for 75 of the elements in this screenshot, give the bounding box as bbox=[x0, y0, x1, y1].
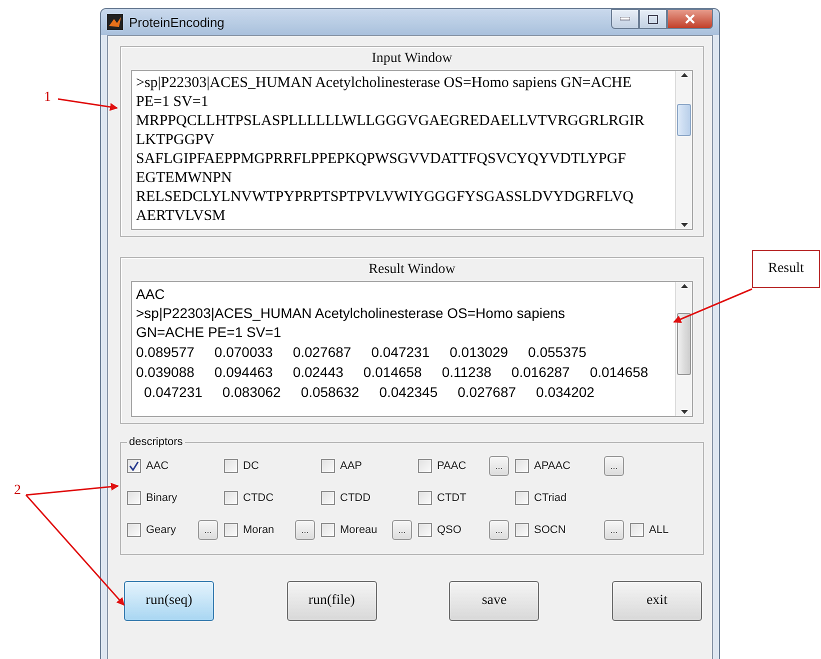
options-button[interactable]: ... bbox=[489, 520, 509, 540]
options-button[interactable]: ... bbox=[392, 520, 412, 540]
result-value: 0.047231 bbox=[371, 343, 430, 362]
scroll-thumb[interactable] bbox=[677, 313, 691, 375]
callout-label: Result bbox=[752, 250, 820, 288]
descriptor-checkbox[interactable]: ALL bbox=[630, 523, 669, 537]
result-value: 0.027687 bbox=[458, 383, 516, 402]
maximize-icon bbox=[648, 14, 658, 24]
scroll-thumb[interactable] bbox=[677, 104, 691, 136]
descriptor-checkbox[interactable]: CTriad bbox=[515, 491, 567, 505]
result-value: 0.042345 bbox=[379, 383, 438, 402]
result-text: >sp|P22303|ACES_HUMAN Acetylcholinesterase OS=Homo sapiens bbox=[136, 304, 566, 323]
panel-title: Input Window bbox=[372, 51, 452, 67]
result-value: 0.027687 bbox=[292, 343, 352, 362]
descriptor-checkbox[interactable]: CTDD bbox=[321, 491, 371, 505]
close-icon bbox=[685, 14, 695, 24]
result-text: GN=ACHE PE=1 SV=1 bbox=[136, 323, 282, 342]
options-button[interactable]: ... bbox=[489, 456, 509, 476]
action-button[interactable]: save bbox=[449, 581, 540, 621]
result-value: 0.013029 bbox=[450, 343, 508, 362]
descriptor-checkbox[interactable]: DC bbox=[224, 459, 259, 473]
result-field[interactable] bbox=[131, 281, 693, 417]
descriptor-checkbox[interactable]: Moreau bbox=[321, 523, 378, 537]
annotation-number: 1 bbox=[44, 90, 51, 106]
result-value: 0.089577 bbox=[136, 343, 194, 362]
minimize-icon bbox=[620, 17, 630, 21]
action-button[interactable]: run(seq) bbox=[124, 581, 214, 621]
result-value: 0.02443 bbox=[292, 363, 344, 382]
result-value: 0.083062 bbox=[222, 383, 281, 402]
annotation-arrow bbox=[58, 98, 118, 111]
result-value: 0.094463 bbox=[214, 363, 273, 382]
annotation-number: 2 bbox=[14, 483, 21, 499]
scroll-up-icon bbox=[680, 284, 688, 288]
result-value: 0.034202 bbox=[536, 383, 594, 402]
window-title: ProteinEncoding bbox=[129, 14, 226, 30]
descriptor-checkbox[interactable]: SOCN bbox=[515, 523, 566, 537]
options-button[interactable]: ... bbox=[604, 520, 624, 540]
result-text: AAC bbox=[136, 285, 166, 304]
scroll-up-icon bbox=[680, 73, 688, 77]
result-value: 0.016287 bbox=[511, 363, 570, 382]
result-value: 0.11238 bbox=[442, 363, 492, 382]
result-value: 0.039088 bbox=[136, 363, 194, 382]
input-field[interactable]: >sp|P22303|ACES_HUMAN Acetylcholinesterase OS=Homo sapiens GN=ACHE PE=1 SV=1 MRPPQCLLHTPSLASPLLLLLLWLLGGGVGAEGREDAELLVTVRGGRLRGIR LKTPGGPV SAFLGIPFAEPPMGPRRFLPPEPKQPWSGVVDATTFQSVCYQYVDTLYPGF EGTEMWNPN RELSEDCLYLNVWTPYPRPTSPTPVLVWIYGGGFYSGASSLDVYDGRFLVQ AERTVLVSM bbox=[131, 70, 693, 230]
maximize-button[interactable] bbox=[639, 9, 667, 29]
descriptor-checkbox[interactable]: CTDT bbox=[418, 491, 466, 505]
options-button[interactable]: ... bbox=[604, 456, 624, 476]
scroll-down-icon bbox=[680, 223, 688, 227]
options-button[interactable]: ... bbox=[295, 520, 315, 540]
descriptor-checkbox[interactable]: AAC bbox=[127, 459, 169, 473]
descriptor-checkbox[interactable]: Moran bbox=[224, 523, 274, 537]
descriptor-checkbox[interactable]: PAAC bbox=[418, 459, 466, 473]
result-value: 0.058632 bbox=[300, 383, 360, 402]
scroll-down-icon bbox=[680, 410, 688, 414]
minimize-button[interactable] bbox=[611, 9, 639, 29]
app-logo-icon bbox=[107, 14, 123, 30]
scrollbar[interactable] bbox=[675, 71, 692, 229]
check-icon bbox=[129, 461, 139, 471]
result-value: 0.070033 bbox=[214, 343, 273, 362]
result-value: 0.047231 bbox=[144, 383, 202, 402]
close-button[interactable] bbox=[667, 9, 713, 29]
descriptor-checkbox[interactable]: AAP bbox=[321, 459, 362, 473]
descriptor-checkbox[interactable]: QSO bbox=[418, 523, 462, 537]
result-value: 0.055375 bbox=[528, 343, 586, 362]
action-button[interactable]: run(file) bbox=[286, 581, 377, 621]
scrollbar[interactable] bbox=[675, 282, 692, 416]
descriptor-checkbox[interactable]: Binary bbox=[127, 491, 178, 505]
descriptor-checkbox[interactable]: APAAC bbox=[515, 459, 570, 473]
panel-title: Result Window bbox=[368, 262, 456, 278]
descriptor-checkbox[interactable]: Geary bbox=[127, 523, 176, 537]
descriptor-checkbox[interactable]: CTDC bbox=[224, 491, 274, 505]
group-title: descriptors bbox=[128, 436, 184, 448]
result-value: 0.014658 bbox=[363, 363, 422, 382]
result-value: 0.014658 bbox=[590, 363, 648, 382]
action-button[interactable]: exit bbox=[612, 581, 702, 621]
options-button[interactable]: ... bbox=[198, 520, 218, 540]
